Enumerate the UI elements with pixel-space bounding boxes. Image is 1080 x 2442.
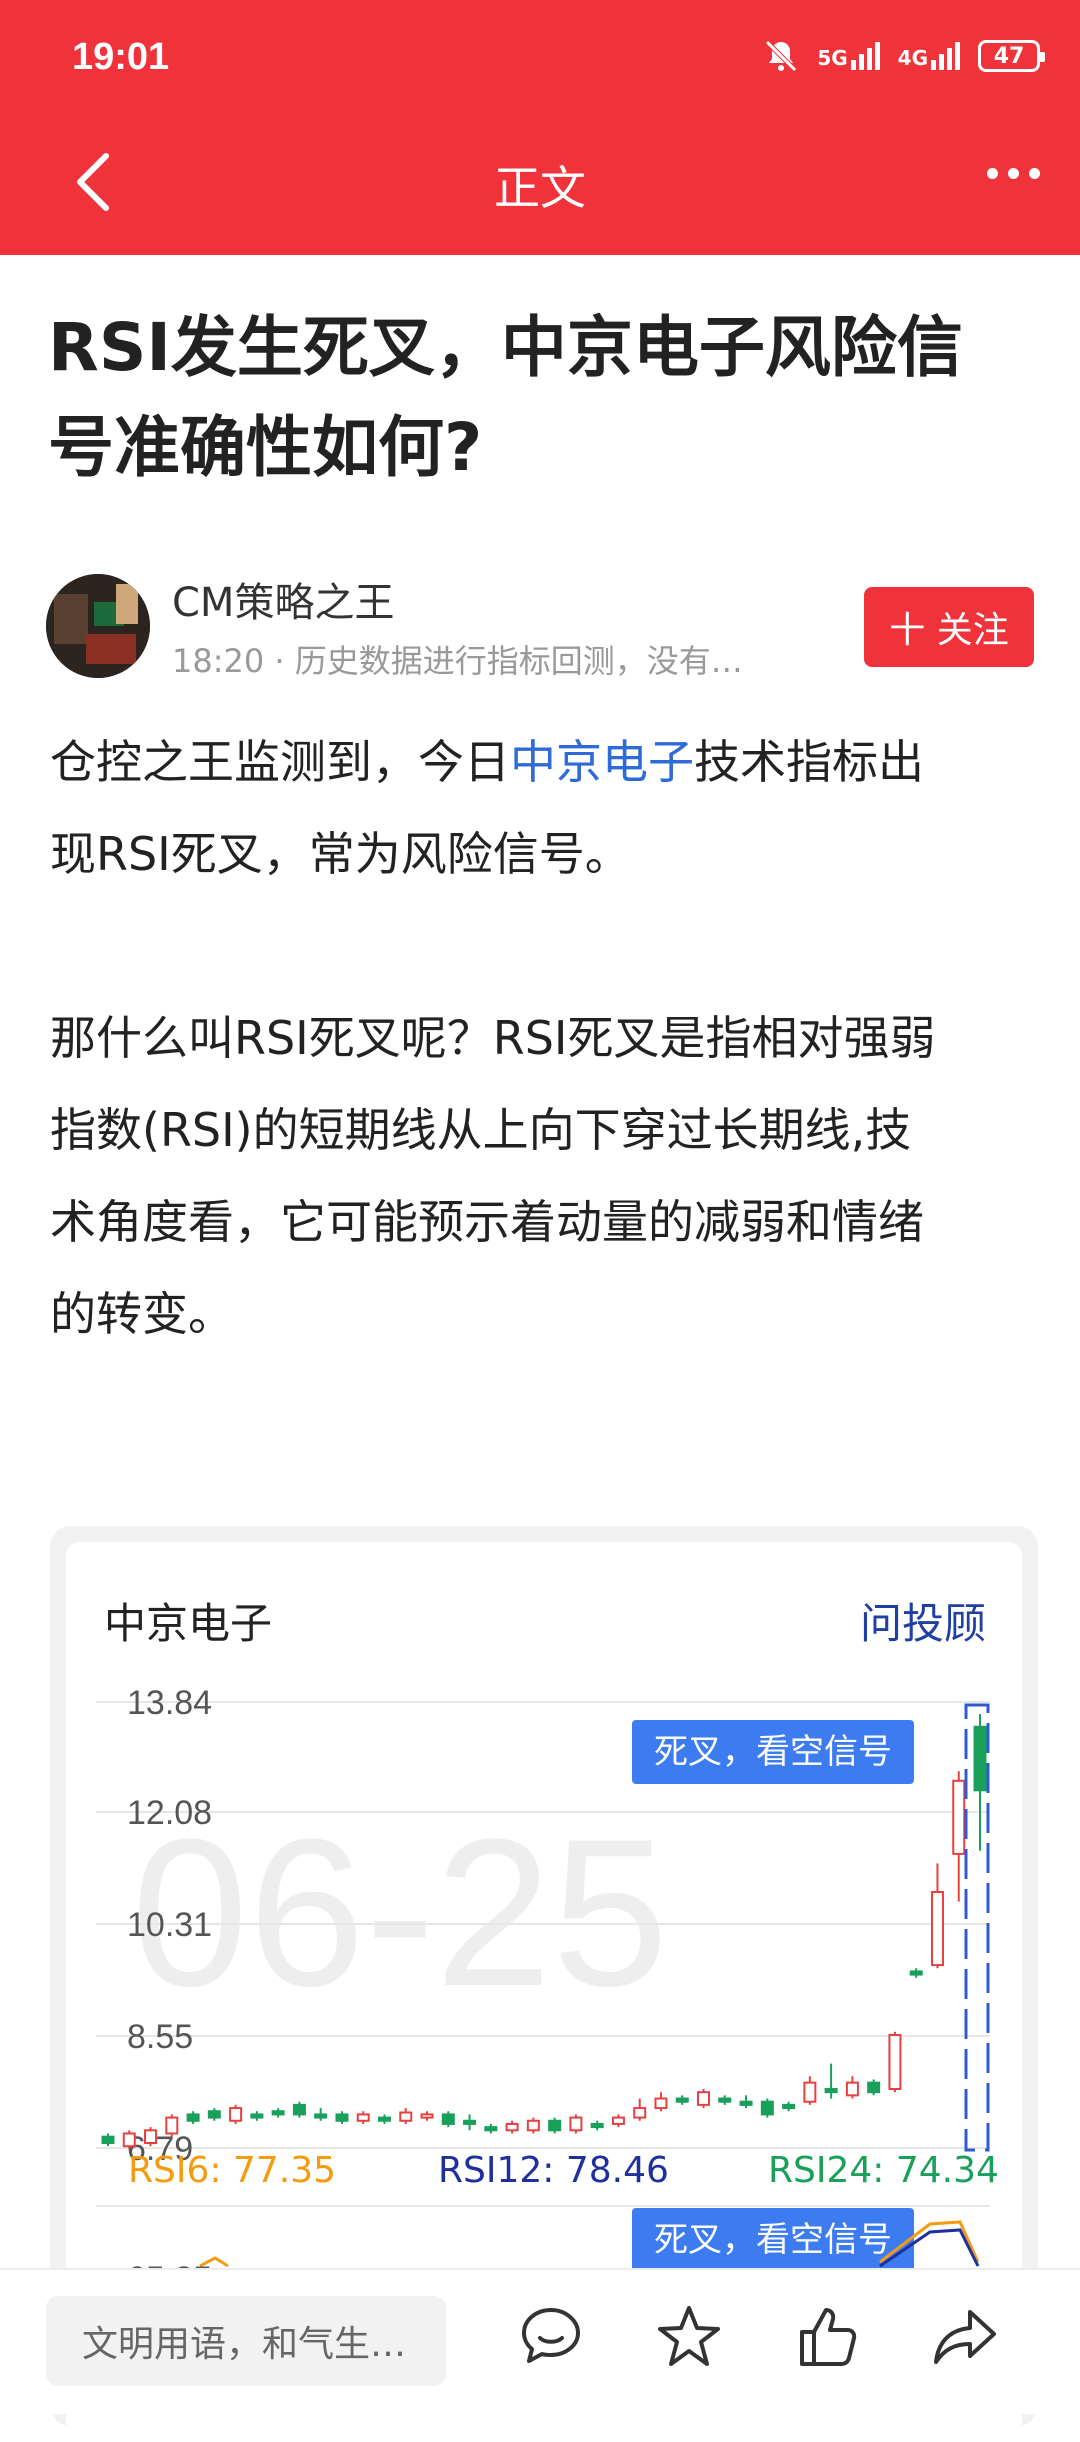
battery-icon: 47: [978, 40, 1045, 72]
comment-icon[interactable]: [512, 2298, 590, 2376]
paragraph-1: 仓控之王监测到，今日中京电子技术指标出 现RSI死叉，常为风险信号。: [50, 735, 924, 881]
rsi6-label: RSI6: 77.35: [128, 2150, 337, 2191]
comment-input[interactable]: 文明用语，和气生…: [46, 2296, 446, 2386]
article-meta: 18:20 · 历史数据进行指标回测，没有…: [172, 642, 743, 680]
author-name[interactable]: CM策略之王: [172, 570, 394, 628]
author-avatar[interactable]: [46, 574, 150, 678]
signal-bars-icon: [850, 42, 880, 70]
signal-bars-icon: [931, 42, 960, 70]
rsi12-label: RSI12: 78.46: [438, 2150, 669, 2191]
article-title: RSI发生死叉，中京电子风险信 号准确性如何?: [48, 309, 963, 486]
more-menu-icon[interactable]: [987, 168, 1040, 179]
rsi24-label: RSI24: 74.34: [768, 2150, 999, 2191]
chart-card-title: 中京电子: [104, 1599, 273, 1648]
signal-4g: 4G: [898, 42, 960, 70]
mute-bell-icon: [765, 40, 798, 72]
like-icon[interactable]: [788, 2298, 866, 2376]
top-header: 19:01 5G 4G 47 正文: [0, 0, 1080, 255]
page-title: 正文: [494, 161, 586, 215]
stock-link[interactable]: 中京电子: [510, 735, 694, 789]
paragraph-2: 那什么叫RSI死叉呢？RSI死叉是指相对强弱 指数(RSI)的短期线从上向下穿过…: [50, 1011, 936, 1341]
ask-advisor-link[interactable]: 问投顾: [860, 1590, 986, 1651]
share-icon[interactable]: [926, 2298, 1004, 2376]
status-time: 19:01: [72, 36, 170, 78]
signal-5g: 5G: [817, 42, 880, 70]
follow-button[interactable]: 十 关注: [864, 587, 1034, 667]
status-icons: 5G 4G 47: [763, 38, 1045, 74]
star-icon[interactable]: [650, 2298, 728, 2376]
